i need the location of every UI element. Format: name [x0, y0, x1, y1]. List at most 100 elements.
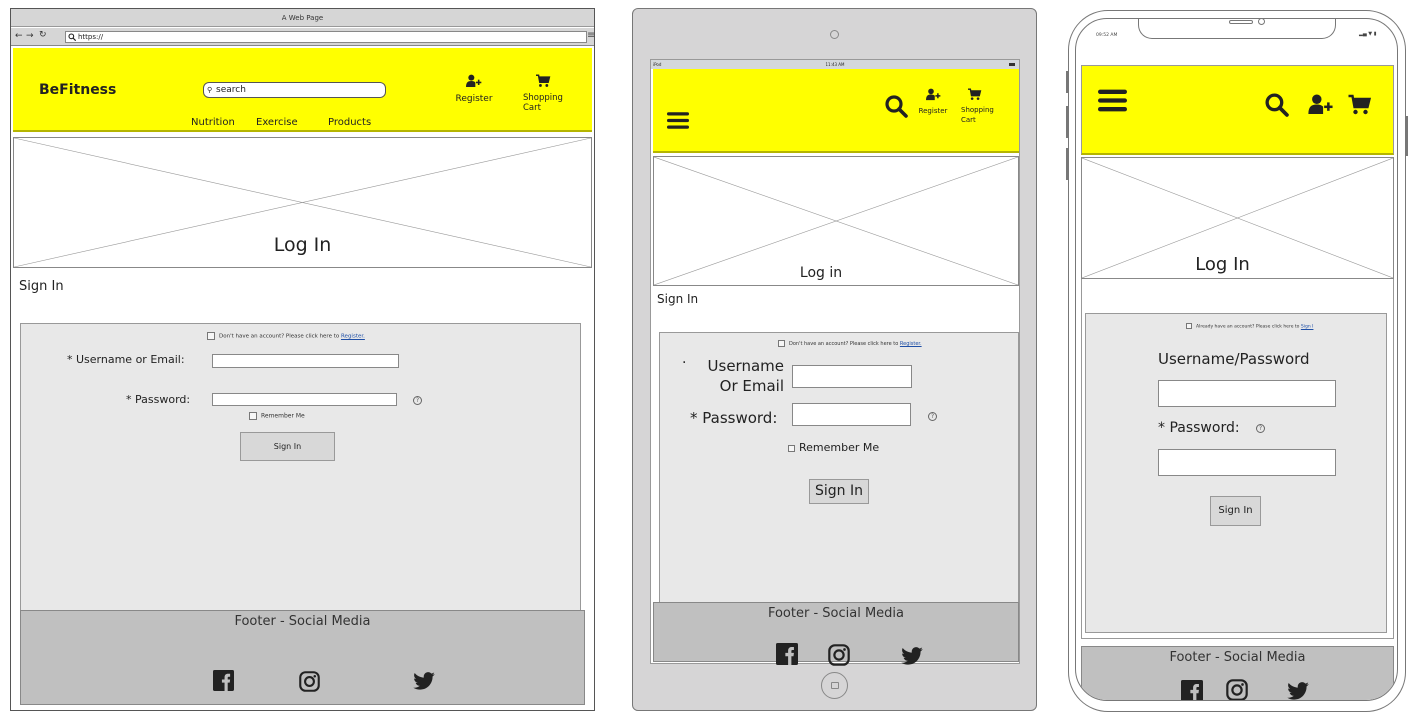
- home-square-icon: [831, 682, 839, 689]
- sign-in-button[interactable]: Sign In: [809, 479, 869, 504]
- register-checkbox[interactable]: [778, 340, 785, 347]
- status-bar: iPod 11:43 AM: [651, 60, 1019, 69]
- search-placeholder: search: [216, 85, 246, 95]
- footer: Footer - Social Media: [20, 610, 585, 705]
- password-input[interactable]: [1158, 449, 1336, 476]
- help-icon[interactable]: ?: [928, 412, 937, 421]
- username-input[interactable]: [212, 354, 399, 368]
- sign-in-form: Don't have an account? Please click here…: [20, 323, 581, 611]
- username-label: Username Or Email: [696, 356, 784, 396]
- phone-mockup: 09:52 AM ▂▄ ▼ ▮ Log In Already have an a…: [1066, 10, 1408, 712]
- footer-title: Footer - Social Media: [234, 614, 371, 629]
- register-user-plus-icon[interactable]: [1308, 94, 1334, 115]
- facebook-icon[interactable]: [1181, 680, 1203, 701]
- reload-icon[interactable]: ↻: [39, 30, 47, 40]
- cart-icon: [967, 88, 982, 101]
- sign-in-form: Already have an account? Please click he…: [1085, 313, 1387, 633]
- window-title: A Web Page: [11, 9, 594, 27]
- register-link[interactable]: Register.: [900, 341, 922, 347]
- shopping-cart-button[interactable]: Shopping Cart: [961, 86, 1005, 125]
- password-input[interactable]: [212, 393, 397, 406]
- site-header: [1081, 65, 1394, 155]
- browser-menu-icon[interactable]: ≡: [587, 30, 595, 41]
- section-title: Sign In: [19, 279, 64, 294]
- twitter-icon[interactable]: [413, 672, 435, 690]
- register-label: Register: [455, 94, 493, 104]
- cart-label-line2: Cart: [523, 103, 541, 113]
- search-icon[interactable]: [884, 94, 908, 118]
- register-prompt: Don't have an account? Please click here…: [207, 332, 365, 340]
- url-input[interactable]: https://: [65, 31, 587, 43]
- speaker-icon: [1229, 20, 1253, 24]
- url-text: https://: [78, 33, 104, 41]
- nav-nutrition[interactable]: Nutrition: [191, 117, 235, 128]
- sign-in-button[interactable]: Sign In: [1210, 496, 1261, 526]
- instagram-icon[interactable]: [299, 671, 320, 692]
- search-input[interactable]: ⚲ search: [203, 82, 386, 98]
- signal-wifi-battery-icons: ▂▄ ▼ ▮: [1359, 31, 1377, 37]
- camera-icon: [1258, 19, 1265, 25]
- register-button[interactable]: Register: [915, 86, 951, 115]
- home-button[interactable]: [821, 672, 848, 699]
- remember-label: Remember Me: [799, 441, 880, 454]
- back-arrow-icon[interactable]: ←: [15, 31, 23, 41]
- account-checkbox[interactable]: [1186, 323, 1192, 329]
- register-button[interactable]: Register: [449, 73, 499, 104]
- desktop-browser-mockup: A Web Page ← → ↻ https:// ≡ BeFitness ⚲ …: [10, 8, 595, 711]
- hamburger-menu-icon[interactable]: [1098, 88, 1127, 113]
- phone-screen: 09:52 AM ▂▄ ▼ ▮ Log In Already have an a…: [1075, 18, 1398, 701]
- username-label: Username/Password: [1158, 350, 1310, 368]
- cart-label-line1: Shopping: [961, 106, 994, 114]
- username-bullet: ·: [682, 355, 687, 371]
- hamburger-menu-icon[interactable]: [667, 111, 689, 130]
- section-title: Sign In: [657, 292, 699, 306]
- volume-up-button: [1066, 106, 1068, 138]
- remember-me[interactable]: Remember Me: [788, 441, 879, 454]
- instagram-icon[interactable]: [828, 644, 850, 666]
- remember-checkbox[interactable]: [788, 444, 795, 452]
- site-header: BeFitness ⚲ search Nutrition Exercise Pr…: [13, 48, 592, 132]
- password-input[interactable]: [792, 403, 911, 426]
- username-label: * Username or Email:: [67, 353, 185, 366]
- username-input[interactable]: [1158, 380, 1336, 407]
- register-checkbox[interactable]: [207, 332, 215, 340]
- username-input[interactable]: [792, 365, 912, 388]
- hero-title: Log In: [273, 234, 332, 256]
- address-bar: ← → ↻ https:// ≡: [11, 28, 595, 46]
- register-link[interactable]: Register.: [341, 334, 365, 340]
- brand-logo[interactable]: BeFitness: [39, 82, 116, 98]
- twitter-icon[interactable]: [901, 647, 923, 665]
- footer-title: Footer - Social Media: [767, 606, 905, 621]
- search-icon[interactable]: [1264, 92, 1289, 117]
- site-header: Register Shopping Cart: [653, 69, 1019, 153]
- forward-arrow-icon[interactable]: →: [26, 31, 34, 41]
- user-plus-icon: [926, 88, 941, 101]
- search-icon: ⚲: [207, 86, 213, 94]
- sign-in-button[interactable]: Sign In: [240, 432, 335, 461]
- sign-in-link[interactable]: Sign I: [1301, 325, 1314, 330]
- password-label: * Password:: [690, 409, 778, 427]
- tablet-mockup: iPod 11:43 AM Register Shopping Cart Log…: [632, 8, 1037, 711]
- account-prompt: Already have an account? Please click he…: [1186, 323, 1313, 330]
- username-label-line1: Username: [707, 357, 784, 375]
- facebook-icon[interactable]: [776, 643, 798, 665]
- help-icon[interactable]: ?: [413, 396, 422, 405]
- register-prompt-text: Don't have an account? Please click here…: [789, 341, 899, 347]
- shopping-cart-button[interactable]: Shopping Cart: [523, 73, 573, 113]
- cart-icon: [535, 74, 551, 88]
- volume-down-button: [1066, 148, 1068, 180]
- search-icon: [68, 33, 76, 41]
- remember-me[interactable]: Remember Me: [249, 412, 305, 420]
- cart-label-line2: Cart: [961, 116, 976, 124]
- nav-products[interactable]: Products: [328, 117, 371, 128]
- facebook-icon[interactable]: [213, 670, 234, 691]
- help-icon[interactable]: ?: [1256, 424, 1265, 433]
- twitter-icon[interactable]: [1287, 682, 1309, 700]
- register-prompt: Don't have an account? Please click here…: [778, 340, 922, 347]
- hero-title: Log in: [799, 265, 843, 281]
- instagram-icon[interactable]: [1226, 679, 1248, 701]
- remember-checkbox[interactable]: [249, 412, 257, 420]
- shopping-cart-icon[interactable]: [1347, 94, 1372, 116]
- nav-exercise[interactable]: Exercise: [256, 117, 298, 128]
- remember-label: Remember Me: [261, 412, 305, 420]
